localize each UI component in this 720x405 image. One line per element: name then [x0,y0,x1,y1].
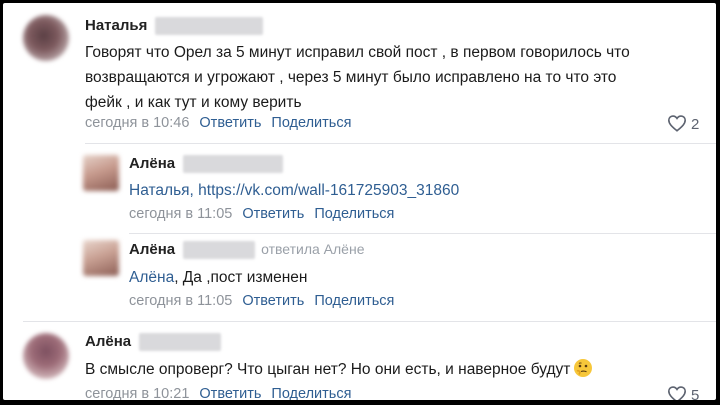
redacted-surname [155,17,264,36]
timestamp[interactable]: сегодня в 10:21 [85,386,189,400]
comment-text: Наталья, https://vk.com/wall-161725903_3… [129,178,459,203]
avatar[interactable] [83,155,119,191]
comment-author[interactable]: Наталья [85,17,264,36]
like-count: 5 [691,387,700,400]
divider [85,143,716,144]
avatar[interactable] [83,240,119,276]
reply-to-label[interactable]: ответила Алёне [261,241,364,257]
timestamp[interactable]: сегодня в 11:05 [129,293,232,309]
avatar[interactable] [23,333,69,379]
share-button[interactable]: Поделиться [271,386,351,400]
thinking-face-icon [574,359,593,377]
comment-line: возвращаются и угрожают , через 5 минут … [85,69,617,86]
redacted-surname [139,333,222,352]
comment-author[interactable]: Алёна ответила Алёне [129,241,365,260]
author-name[interactable]: Алёна [85,333,131,350]
share-button[interactable]: Поделиться [314,293,394,309]
reply-button[interactable]: Ответить [242,206,304,222]
comment-body: , Да ,пост изменен [174,269,308,286]
author-name[interactable]: Алёна [129,241,175,258]
comment-line: Говорят что Орел за 5 минут исправил сво… [85,44,630,61]
mention-link[interactable]: Алёна [129,269,174,286]
comment-author[interactable]: Алёна [129,155,284,174]
comment-text: Алёна, Да ,пост изменен [129,265,307,290]
comment-body: В смысле опроверг? Что цыган нет? Но они… [85,361,571,378]
share-button[interactable]: Поделиться [271,115,351,131]
comments-panel: Наталья Говорят что Орел за 5 минут испр… [3,3,716,400]
like-count: 2 [691,116,700,133]
mention-link[interactable]: Наталья [129,182,190,199]
divider [129,233,716,234]
timestamp[interactable]: сегодня в 10:46 [85,115,189,131]
heart-outline-icon [667,115,687,132]
comment-text: Говорят что Орел за 5 минут исправил сво… [85,40,630,115]
comment-meta: сегодня в 10:21 Ответить Поделиться [85,386,351,400]
comment-author[interactable]: Алёна [85,333,222,352]
comment-text: В смысле опроверг? Что цыган нет? Но они… [85,357,593,382]
redacted-surname [183,241,256,260]
timestamp[interactable]: сегодня в 11:05 [129,206,232,222]
heart-outline-icon [667,386,687,400]
comment-meta: сегодня в 10:46 Ответить Поделиться [85,115,351,131]
reply-button[interactable]: Ответить [242,293,304,309]
divider [23,321,716,322]
comment-meta: сегодня в 11:05 Ответить Поделиться [129,206,394,222]
like-button[interactable]: 2 [667,114,699,133]
post-link[interactable]: , https://vk.com/wall-161725903_31860 [190,182,460,199]
reply-button[interactable]: Ответить [199,115,261,131]
like-button[interactable]: 5 [667,385,699,400]
avatar[interactable] [23,15,69,61]
reply-button[interactable]: Ответить [199,386,261,400]
author-name[interactable]: Наталья [85,17,147,34]
comment-meta: сегодня в 11:05 Ответить Поделиться [129,293,394,309]
author-name[interactable]: Алёна [129,155,175,172]
redacted-surname [183,155,284,174]
share-button[interactable]: Поделиться [314,206,394,222]
comment-line: фейк , и как тут и кому верить [85,94,302,111]
